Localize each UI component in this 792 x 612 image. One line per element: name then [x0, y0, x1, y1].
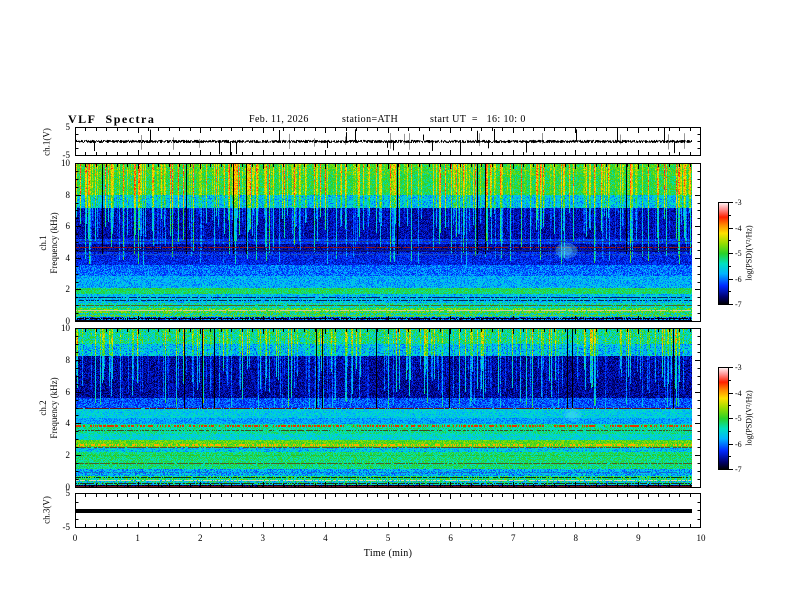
colorbar-tick-label: -4: [735, 223, 742, 233]
x-tick-label: 9: [636, 533, 641, 543]
page-title: VLF Spectra: [68, 112, 156, 126]
spec1-y-tick-label: 6: [65, 221, 71, 232]
colorbar-tick-mark: [729, 418, 733, 419]
colorbar-minor-tick-mark: [729, 456, 731, 458]
ch1-spectrogram-plot: [75, 163, 701, 322]
start-ut-label: start UT = 16: 10: 0: [430, 114, 526, 125]
colorbar-tick-mark: [729, 202, 733, 203]
spec1-y-tick-label: 4: [65, 252, 71, 263]
spec2-y-tick-label: 4: [65, 418, 71, 429]
colorbar-ch2-label: log(PSD)(V²/Hz): [744, 390, 754, 446]
time-axis-label: Time (min): [363, 548, 413, 559]
colorbar-tick-label: -6: [735, 439, 742, 449]
colorbar-minor-tick-mark: [729, 240, 731, 242]
colorbar-tick-mark: [729, 469, 733, 470]
spec2-y-tick-label: 6: [65, 386, 71, 397]
colorbar-tick-mark: [729, 367, 733, 368]
x-tick-label: 6: [448, 533, 453, 543]
colorbar-minor-tick-mark: [729, 291, 731, 293]
station-label: station=ATH: [342, 114, 399, 125]
colorbar-ch2: [718, 367, 729, 470]
colorbar-tick-label: -3: [735, 363, 742, 372]
date-label: Feb. 11, 2026: [249, 114, 309, 125]
colorbar-ch1: [718, 202, 729, 305]
spec2-y-tick-label: 2: [65, 450, 71, 461]
colorbar-minor-tick-mark: [729, 265, 731, 267]
colorbar-tick-mark: [729, 227, 733, 229]
x-tick-label: 2: [197, 533, 203, 543]
colorbar-ch1-label: log(PSD)(V²/Hz): [744, 225, 754, 281]
wave1-y-tick-label: 5: [65, 122, 71, 132]
x-tick-label: 1: [135, 533, 140, 543]
x-tick-label: 8: [573, 533, 579, 543]
spec1-y-tick-label: 8: [65, 189, 71, 200]
spec1-y-tick-label: 2: [65, 284, 71, 295]
vlf-spectra-screen: VLF Spectra Feb. 11, 2026 station=ATH st…: [0, 0, 792, 612]
ch3-voltage-axis-label: ch.3(V): [41, 496, 52, 524]
colorbar-minor-tick-mark: [729, 379, 731, 381]
colorbar-tick-label: -7: [735, 465, 742, 474]
x-tick-label: 3: [260, 533, 266, 543]
ch3-waveform-plot: [75, 493, 701, 528]
colorbar-tick-mark: [729, 278, 733, 280]
ch1-waveform-plot: [75, 127, 701, 156]
x-tick-label: 4: [323, 533, 328, 543]
colorbar-minor-tick-mark: [729, 405, 731, 407]
ch2-spectrogram-plot: [75, 328, 701, 488]
colorbar-minor-tick-mark: [729, 430, 731, 432]
x-tick-label: 7: [510, 533, 516, 543]
colorbar-tick-label: -5: [735, 249, 742, 258]
colorbar-tick-mark: [729, 392, 733, 394]
wave1-y-tick-label: -5: [62, 150, 71, 160]
spec2-y-tick-label: 10: [61, 323, 70, 333]
x-tick-label: 5: [385, 533, 391, 543]
colorbar-tick-label: -4: [735, 388, 742, 398]
colorbar-minor-tick-mark: [729, 214, 731, 216]
wave3-y-tick-label: 5: [65, 488, 71, 498]
colorbar-tick-label: -3: [735, 198, 742, 207]
spec2-y-tick-label: 8: [65, 354, 71, 365]
colorbar-tick-mark: [729, 304, 733, 305]
colorbar-tick-mark: [729, 443, 733, 445]
colorbar-tick-mark: [729, 253, 733, 254]
colorbar-tick-label: -6: [735, 274, 742, 284]
colorbar-tick-label: -5: [735, 414, 742, 423]
x-tick-label: 10: [696, 533, 706, 543]
colorbar-tick-label: -7: [735, 300, 742, 309]
wave3-y-tick-label: -5: [62, 522, 71, 532]
x-tick-label: 0: [72, 533, 78, 543]
